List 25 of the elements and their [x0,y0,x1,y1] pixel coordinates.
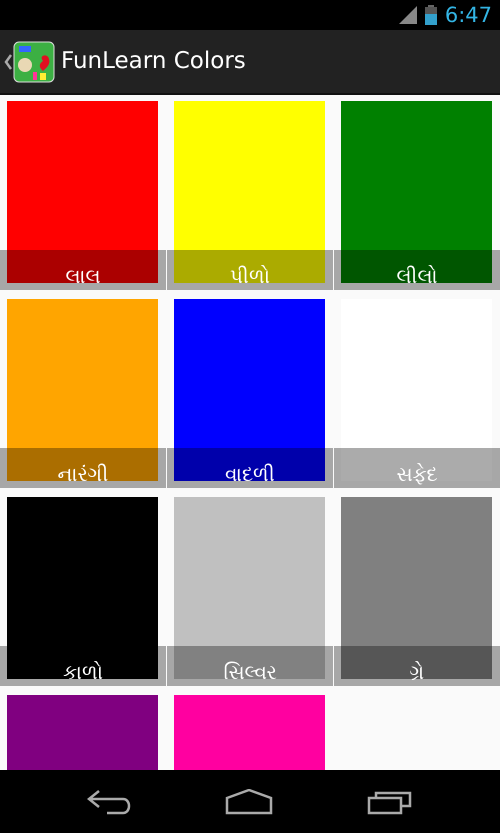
home-icon[interactable] [225,788,273,814]
color-name: લાલ [66,266,100,286]
color-swatch[interactable] [341,101,492,283]
color-name: ગ્રે [410,662,424,682]
color-name: નારંગી [58,464,108,484]
color-swatch[interactable] [174,497,325,679]
battery-icon [424,5,437,25]
color-swatch[interactable] [7,497,158,679]
app-title: FunLearn Colors [61,47,246,76]
color-swatch[interactable] [7,299,158,481]
color-swatch[interactable] [174,299,325,481]
clock-time: 6:47 [444,4,492,26]
back-icon[interactable] [87,788,131,814]
color-name: પીળો [230,266,270,286]
color-swatch[interactable] [341,497,492,679]
app-logo-icon [13,40,55,82]
signal-icon [398,6,417,24]
back-chevron-icon [4,54,12,70]
color-name: સફેદ [396,464,438,484]
color-name: વાદળી [225,464,275,484]
color-swatch[interactable] [174,101,325,283]
color-name: કાળો [63,662,103,682]
color-swatch[interactable] [7,101,158,283]
color-name: લીલો [396,266,438,286]
color-name: સિલ્વર [224,662,276,682]
